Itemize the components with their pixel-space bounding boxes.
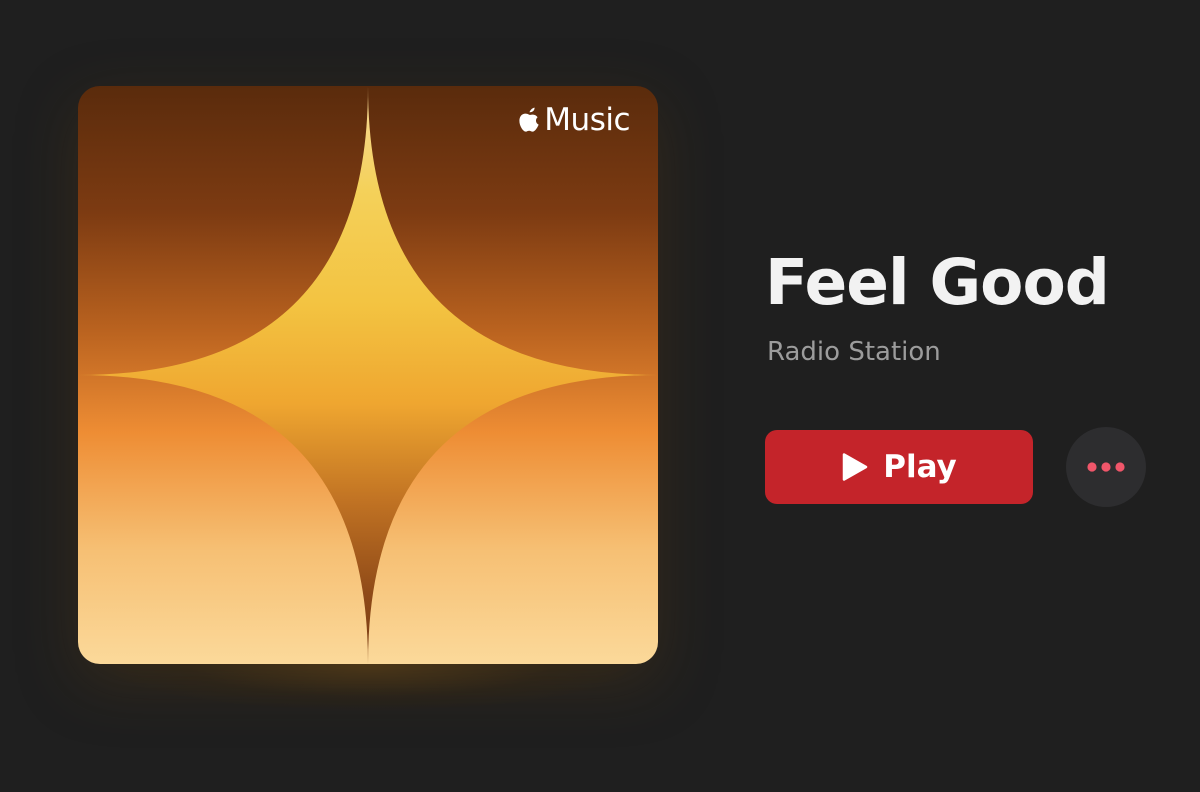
station-header: Music Feel Good Radio Station Play (0, 0, 1200, 792)
apple-music-logo: Music (517, 102, 630, 138)
brand-label: Music (544, 102, 630, 138)
play-button-label: Play (883, 449, 957, 485)
station-artwork[interactable]: Music (78, 86, 658, 664)
play-button[interactable]: Play (765, 430, 1033, 504)
artwork-graphic (78, 86, 658, 664)
station-title: Feel Good (765, 246, 1110, 319)
more-options-button[interactable] (1066, 427, 1146, 507)
station-subtitle: Radio Station (767, 337, 941, 367)
play-icon (842, 453, 868, 481)
ellipsis-icon (1087, 462, 1125, 472)
apple-logo-icon (519, 107, 539, 132)
